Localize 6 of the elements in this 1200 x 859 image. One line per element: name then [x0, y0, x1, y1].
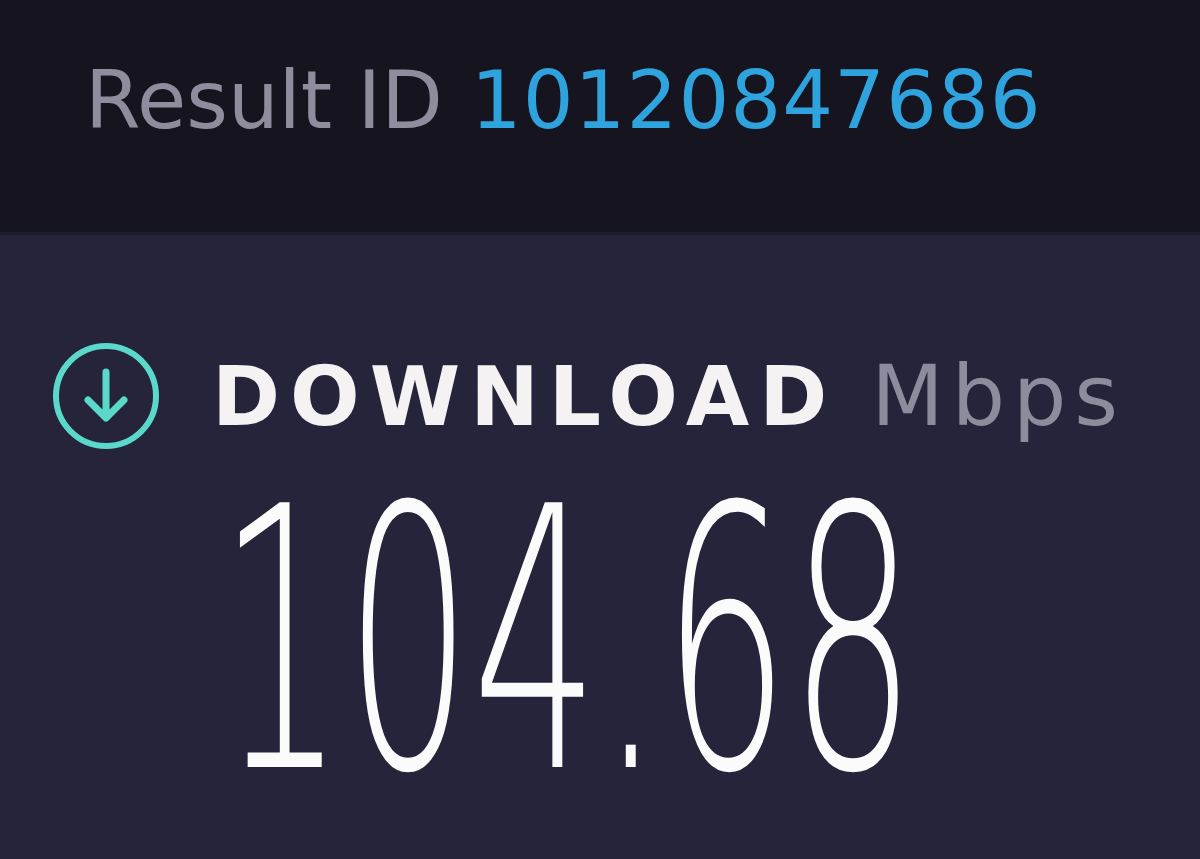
result-id-label: Result ID — [85, 54, 443, 147]
speed-value: 104.68 — [218, 460, 917, 823]
unit-label: Mbps — [871, 347, 1127, 445]
metric-label: DOWNLOAD — [212, 348, 838, 444]
result-id-link[interactable]: 10120847686 — [470, 54, 1042, 147]
download-icon — [52, 342, 160, 450]
